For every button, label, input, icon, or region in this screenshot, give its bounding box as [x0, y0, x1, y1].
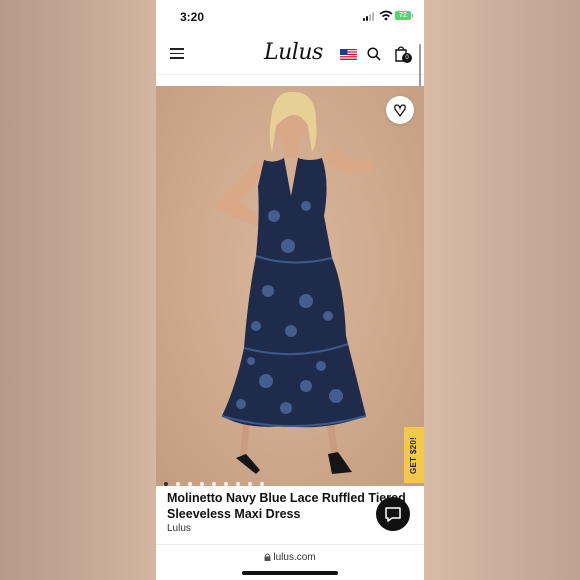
us-flag-icon[interactable]: [340, 49, 357, 60]
url-text: lulus.com: [273, 552, 316, 563]
promo-tab[interactable]: GET $20!: [404, 427, 424, 483]
heart-icon: [394, 104, 406, 118]
chat-button[interactable]: [376, 497, 410, 531]
site-logo[interactable]: Lulus: [264, 40, 323, 65]
lock-icon: [264, 553, 271, 561]
product-image[interactable]: [156, 86, 424, 486]
gallery-dot[interactable]: [164, 482, 168, 486]
gallery-dot[interactable]: [188, 482, 192, 486]
hamburger-menu-icon[interactable]: [170, 48, 184, 59]
status-time: 3:20: [180, 10, 205, 24]
battery-indicator: 72: [395, 11, 413, 20]
gallery-dot[interactable]: [200, 482, 204, 486]
phone-screen: 3:20 72 Lulus 0 GET $20! Molinetto Navy …: [156, 0, 424, 580]
gallery-dot[interactable]: [176, 482, 180, 486]
divider: [156, 544, 424, 545]
model-photo: [216, 91, 374, 474]
gallery-dot[interactable]: [236, 482, 240, 486]
search-icon[interactable]: [367, 47, 381, 61]
gallery-dot[interactable]: [224, 482, 228, 486]
gallery-dots[interactable]: [164, 473, 272, 486]
cart-count-badge: 0: [402, 53, 412, 63]
browser-url-bar[interactable]: lulus.com: [156, 552, 424, 563]
site-header: Lulus 0: [156, 34, 424, 75]
cellular-signal-icon: [363, 12, 377, 21]
gallery-dot[interactable]: [248, 482, 252, 486]
home-indicator[interactable]: [242, 571, 338, 575]
wifi-icon: [379, 10, 393, 21]
product-brand[interactable]: Lulus: [167, 523, 191, 534]
status-bar: 3:20 72: [156, 0, 424, 34]
wishlist-button[interactable]: [386, 96, 414, 124]
gallery-dot[interactable]: [212, 482, 216, 486]
chat-icon: [385, 507, 401, 522]
gallery-dot[interactable]: [260, 482, 264, 486]
